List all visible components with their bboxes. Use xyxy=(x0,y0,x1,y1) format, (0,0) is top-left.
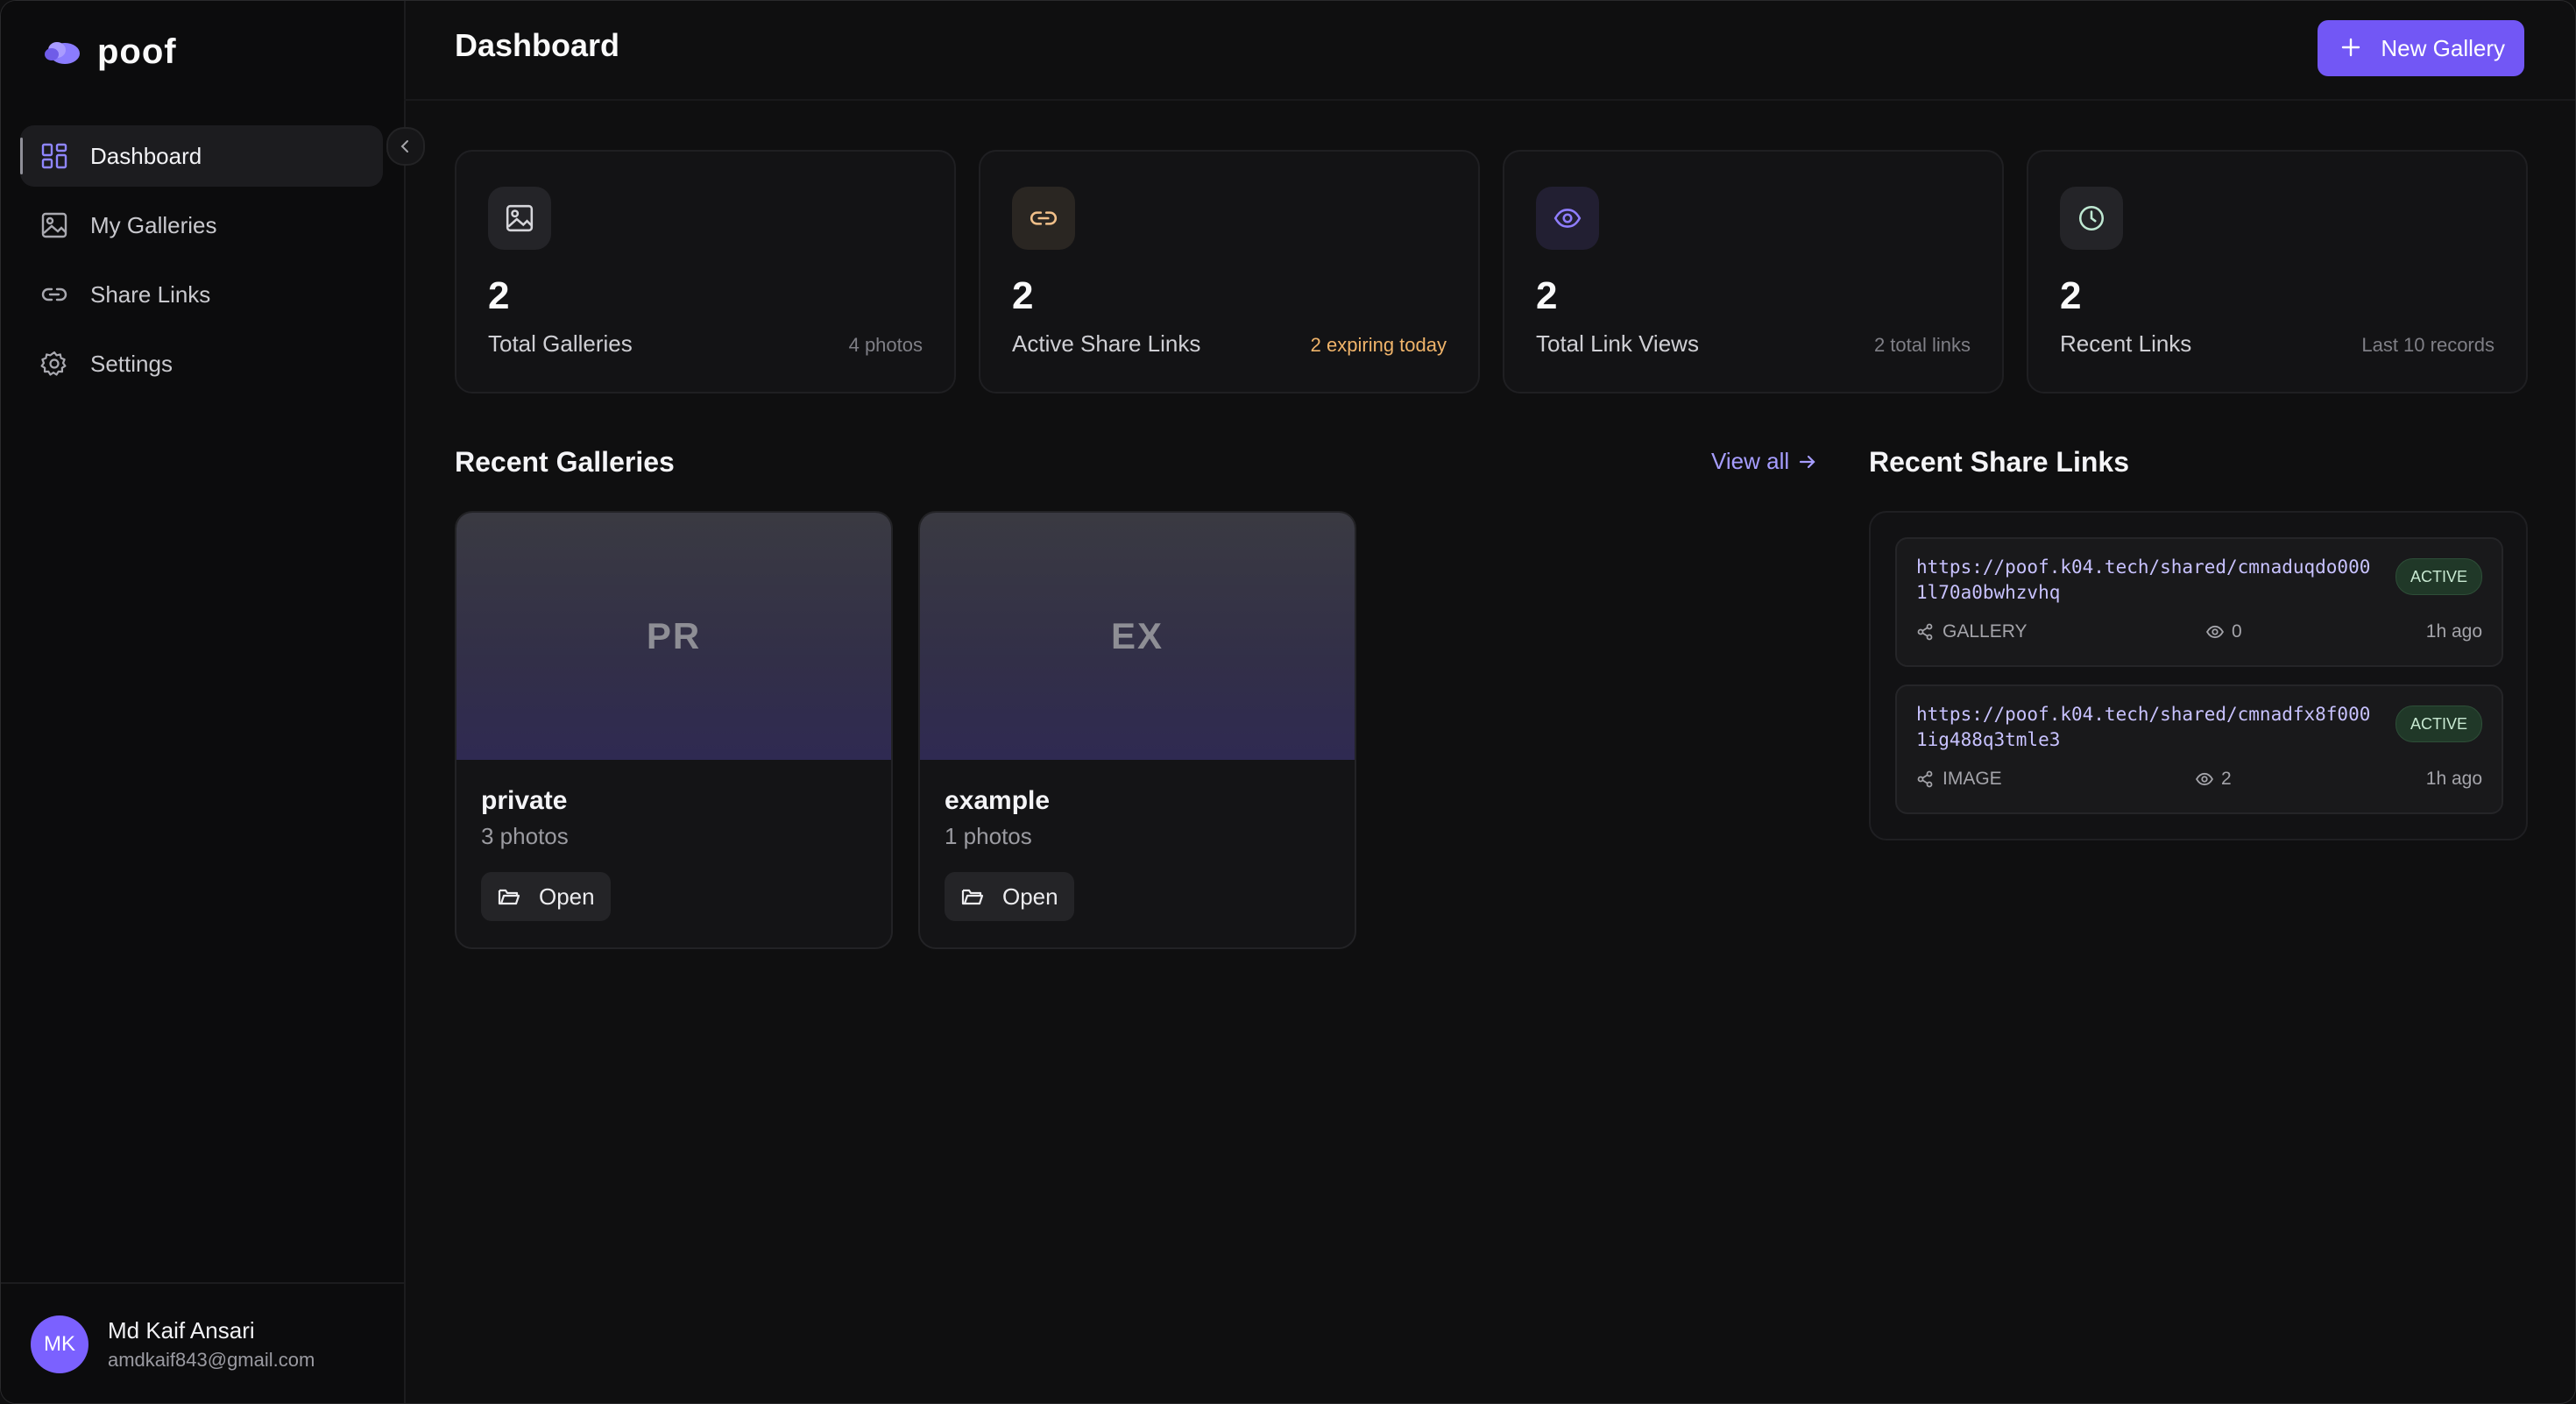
stat-value: 2 xyxy=(1012,274,1034,317)
gallery-name: example xyxy=(945,786,1051,815)
stat-meta: 2 total links xyxy=(1873,334,1971,356)
recent-share-links-panel: https://poof.k04.tech/shared/cmnaduqdo00… xyxy=(1869,511,2528,840)
new-gallery-button[interactable]: New Gallery xyxy=(2318,20,2524,76)
image-icon xyxy=(39,210,69,240)
gallery-thumbnail: EX xyxy=(920,513,1355,760)
share-link-type-label: IMAGE xyxy=(1943,769,2002,789)
sidebar-item-dashboard[interactable]: Dashboard xyxy=(20,125,383,187)
brand[interactable]: poof xyxy=(43,31,177,73)
link-icon xyxy=(39,280,69,309)
stat-label: Recent Links xyxy=(2060,330,2192,357)
share-link-views: 2 xyxy=(2195,769,2232,790)
sidebar-item-label: Settings xyxy=(90,350,173,377)
clock-icon xyxy=(2060,187,2123,250)
sidebar-item-settings[interactable]: Settings xyxy=(20,333,383,394)
eye-icon xyxy=(2206,625,2224,639)
user-email: amdkaif843@gmail.com xyxy=(108,1349,315,1371)
status-badge: ACTIVE xyxy=(2395,706,2482,742)
share-icon xyxy=(1917,770,1933,788)
sidebar-item-share-links[interactable]: Share Links xyxy=(20,264,383,325)
brand-name: poof xyxy=(97,32,177,71)
eye-icon xyxy=(2196,772,2213,786)
share-link-card[interactable]: https://poof.k04.tech/shared/cmnaduqdo00… xyxy=(1895,537,2503,667)
share-link-time: 1h ago xyxy=(2425,621,2482,642)
gear-icon xyxy=(39,349,69,379)
share-link-time: 1h ago xyxy=(2425,769,2482,789)
stat-label: Active Share Links xyxy=(1012,330,1201,357)
view-all-label: View all xyxy=(1711,448,1790,474)
share-link-type: GALLERY xyxy=(1916,621,2028,642)
sidebar-nav: Dashboard My Galleries Share Links Setti… xyxy=(20,125,383,402)
stat-card-recent-links: 2 Recent Links Last 10 records xyxy=(2027,150,2528,394)
open-label: Open xyxy=(539,883,595,910)
sidebar-item-label: Dashboard xyxy=(90,142,202,169)
share-link-type-label: GALLERY xyxy=(1943,621,2028,642)
status-badge: ACTIVE xyxy=(2395,558,2482,595)
share-link-url[interactable]: https://poof.k04.tech/shared/cmnadfx8f00… xyxy=(1916,702,2372,753)
open-gallery-button[interactable]: Open xyxy=(481,872,611,921)
stats-row: 2 Total Galleries 4 photos 2 Active Shar… xyxy=(455,150,2528,394)
stat-label: Total Link Views xyxy=(1536,330,1699,357)
share-link-views: 0 xyxy=(2205,621,2242,642)
avatar: MK xyxy=(31,1315,88,1373)
stat-meta: 4 photos xyxy=(848,334,923,356)
chevron-left-icon xyxy=(400,140,408,152)
recent-galleries-title: Recent Galleries xyxy=(455,446,675,478)
sidebar-item-label: Share Links xyxy=(90,280,211,308)
link-icon xyxy=(1012,187,1075,250)
recent-share-links-title: Recent Share Links xyxy=(1869,446,2129,478)
grid-icon xyxy=(39,141,69,171)
view-all-link[interactable]: View all xyxy=(1711,448,1817,475)
stat-value: 2 xyxy=(1536,274,1558,317)
share-link-card[interactable]: https://poof.k04.tech/shared/cmnadfx8f00… xyxy=(1895,684,2503,814)
eye-icon xyxy=(1536,187,1599,250)
stat-card-total-link-views: 2 Total Link Views 2 total links xyxy=(1503,150,2004,394)
page-header: Dashboard New Gallery xyxy=(404,1,2575,101)
sidebar-item-label: My Galleries xyxy=(90,211,217,238)
stat-meta: Last 10 records xyxy=(2361,334,2495,356)
new-gallery-label: New Gallery xyxy=(2381,34,2505,61)
share-link-views-count: 2 xyxy=(2221,769,2232,789)
collapse-sidebar-button[interactable] xyxy=(386,127,425,166)
user-name: Md Kaif Ansari xyxy=(108,1317,255,1344)
stat-value: 2 xyxy=(2060,274,2082,317)
share-link-url[interactable]: https://poof.k04.tech/shared/cmnaduqdo00… xyxy=(1916,555,2372,606)
folder-open-icon xyxy=(961,889,984,905)
gallery-thumbnail: PR xyxy=(456,513,891,760)
app-window: poof Dashboard My Galleries Share Links … xyxy=(0,0,2576,1404)
share-icon xyxy=(1917,623,1933,641)
stat-card-total-galleries: 2 Total Galleries 4 photos xyxy=(455,150,956,394)
stat-meta: 2 expiring today xyxy=(1310,334,1447,356)
gallery-card[interactable]: EX example 1 photos Open xyxy=(918,511,1356,949)
gallery-card[interactable]: PR private 3 photos Open xyxy=(455,511,893,949)
gallery-name: private xyxy=(481,786,568,815)
poof-logo-icon xyxy=(45,42,80,64)
gallery-photo-count: 1 photos xyxy=(945,823,1032,849)
folder-open-icon xyxy=(498,889,520,905)
arrow-right-icon xyxy=(1800,455,1815,468)
image-icon xyxy=(488,187,551,250)
stat-card-active-share-links: 2 Active Share Links 2 expiring today xyxy=(979,150,1480,394)
user-profile[interactable]: MK Md Kaif Ansari amdkaif843@gmail.com xyxy=(1,1282,404,1403)
plus-icon xyxy=(2340,34,2361,62)
sidebar: poof Dashboard My Galleries Share Links … xyxy=(1,1,425,1403)
open-label: Open xyxy=(1002,883,1058,910)
stat-value: 2 xyxy=(488,274,510,317)
share-link-views-count: 0 xyxy=(2232,621,2242,642)
gallery-photo-count: 3 photos xyxy=(481,823,569,849)
share-link-type: IMAGE xyxy=(1916,769,2002,790)
open-gallery-button[interactable]: Open xyxy=(945,872,1074,921)
stat-label: Total Galleries xyxy=(488,330,633,357)
sidebar-item-my-galleries[interactable]: My Galleries xyxy=(20,195,383,256)
page-title: Dashboard xyxy=(455,27,620,63)
